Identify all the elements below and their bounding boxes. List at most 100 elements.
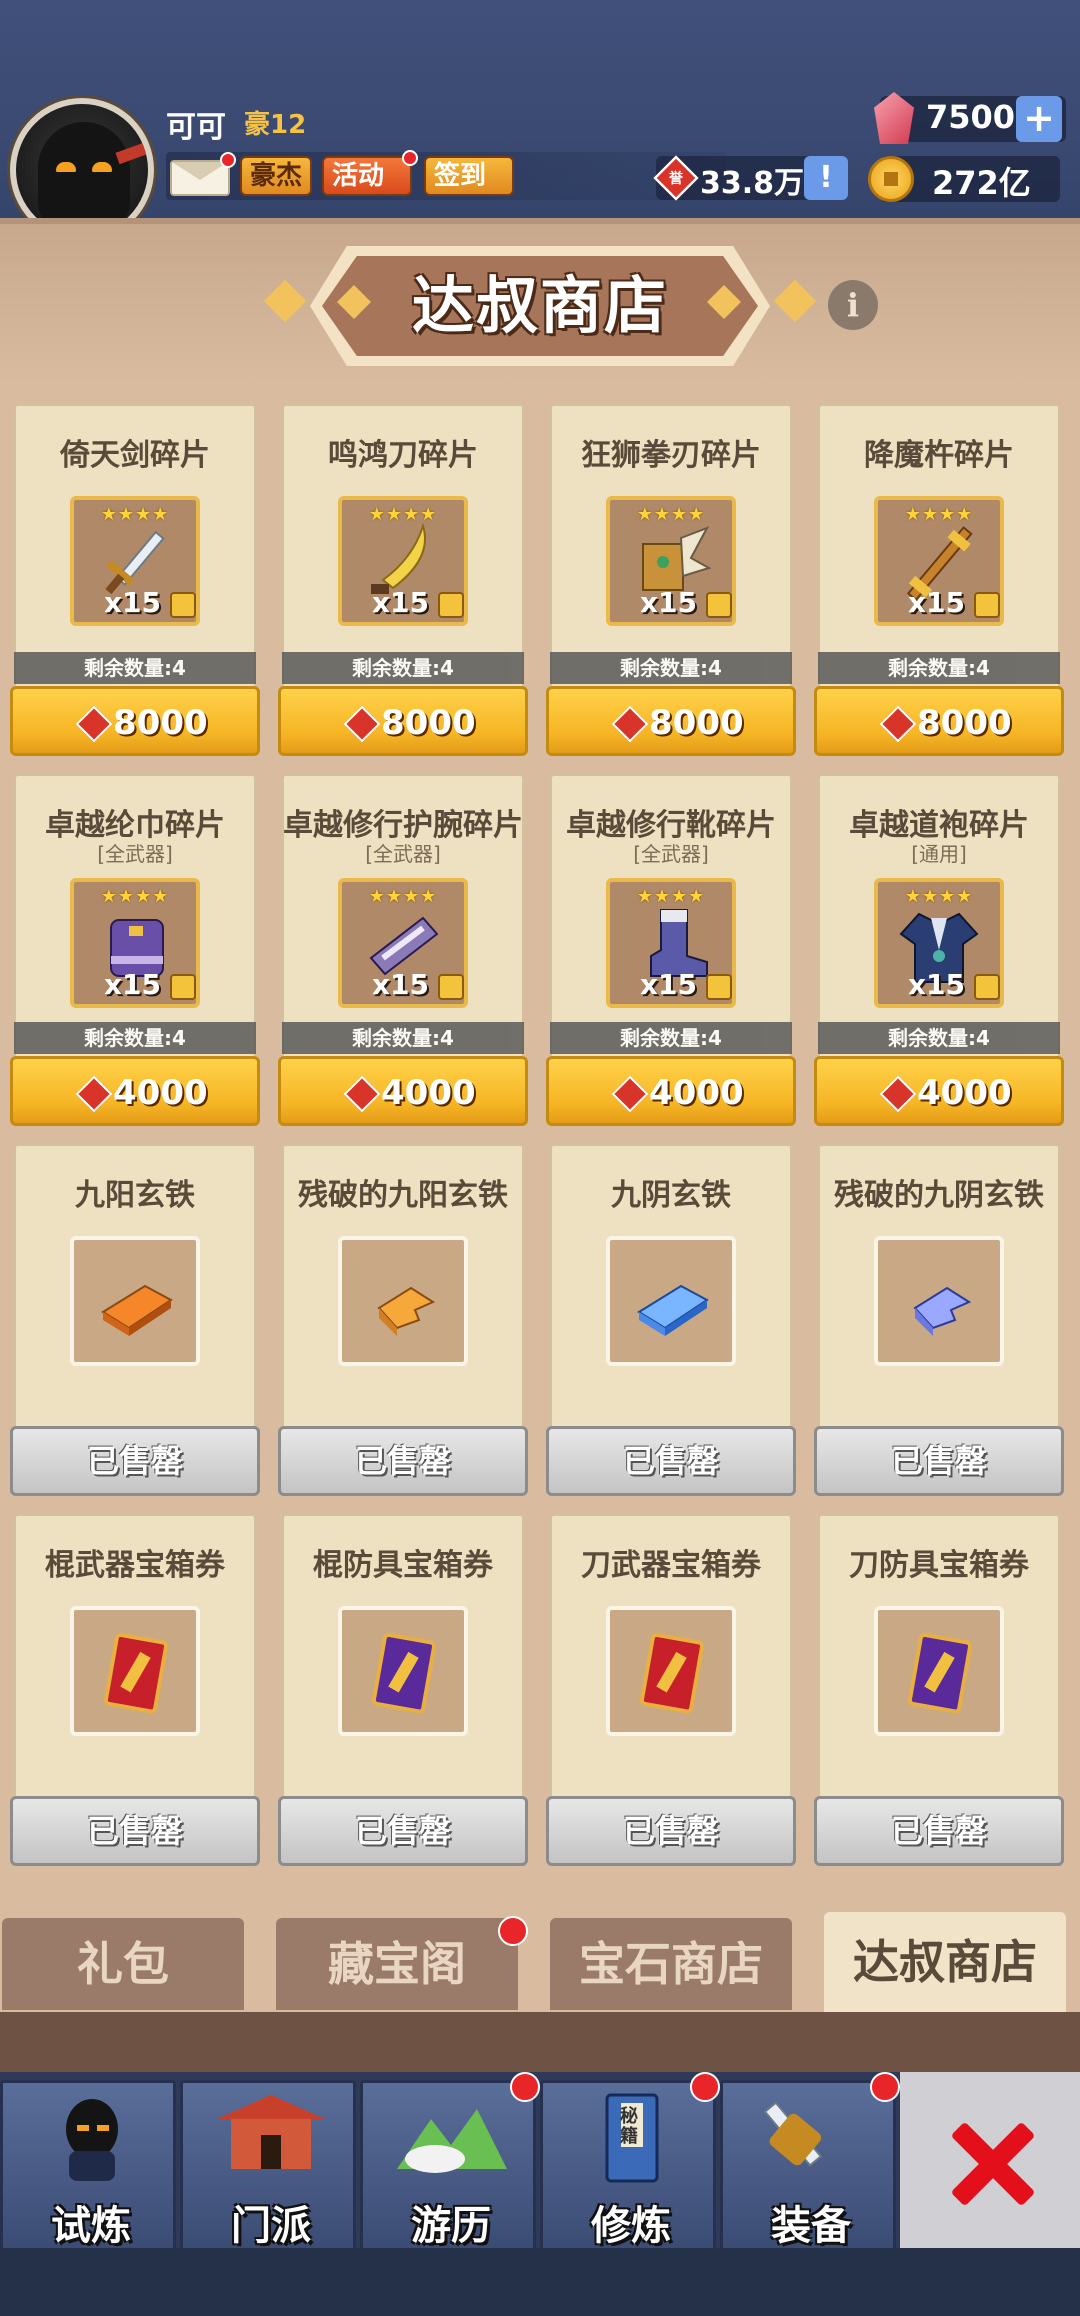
tab-treasure-pavilion[interactable]: 藏宝阁 [276, 1918, 518, 2010]
shop-item-card[interactable]: 九阴玄铁 已售罄 [546, 1144, 796, 1500]
blue-iron-icon [621, 1258, 721, 1352]
tab-dashu-shop[interactable]: 达叔商店 [824, 1912, 1066, 2012]
buy-button[interactable]: 4000 [546, 1056, 796, 1126]
shop-item-card[interactable]: 刀防具宝箱券 已售罄 [814, 1514, 1064, 1870]
item-price: 4000 [113, 1073, 208, 1113]
shop-item-card[interactable]: 九阳玄铁 已售罄 [10, 1144, 260, 1500]
buy-button[interactable]: 4000 [814, 1056, 1064, 1126]
item-category: [全武器] [365, 842, 441, 866]
close-icon[interactable] [945, 2118, 1035, 2208]
honor-icon-text: 誉 [669, 171, 683, 187]
item-price: 4000 [649, 1073, 744, 1113]
buy-button[interactable]: 8000 [814, 686, 1064, 756]
ninja-avatar-icon [38, 122, 130, 232]
ninja-icon [47, 2089, 137, 2193]
item-frame [338, 1236, 468, 1366]
buy-button[interactable]: 8000 [546, 686, 796, 756]
star-rating: ★★★★ [368, 886, 438, 907]
item-name: 狂狮拳刃碎片 [581, 438, 761, 473]
tab-gem-shop[interactable]: 宝石商店 [550, 1918, 792, 2010]
item-category: [全武器] [97, 842, 173, 866]
shop-item-card[interactable]: 残破的九阴玄铁 已售罄 [814, 1144, 1064, 1500]
item-quantity: x15 [640, 586, 698, 619]
fragment-icon [170, 592, 196, 618]
nav-button-equipment[interactable]: 装备 [720, 2080, 896, 2252]
star-rating: ★★★★ [904, 504, 974, 525]
nav-button-temple[interactable]: 门派 [180, 2080, 356, 2252]
nav-notification-dot [870, 2072, 900, 2102]
item-name: 残破的九阳玄铁 [298, 1178, 508, 1213]
shop-item-card[interactable]: 鸣鸿刀碎片 ★★★★ x15 剩余数量:4 8000 [278, 404, 528, 760]
item-frame [606, 1606, 736, 1736]
item-name: 降魔杵碎片 [864, 438, 1014, 473]
item-price: 4000 [381, 1073, 476, 1113]
shop-item-card[interactable]: 棍防具宝箱券 已售罄 [278, 1514, 528, 1870]
item-frame: ★★★★ x15 [606, 496, 736, 626]
sold-out-button: 已售罄 [10, 1426, 260, 1496]
player-rank: 豪12 [244, 110, 307, 140]
sold-out-button: 已售罄 [10, 1796, 260, 1866]
item-quantity: x15 [104, 586, 162, 619]
mail-icon[interactable] [170, 160, 230, 196]
buy-button[interactable]: 4000 [278, 1056, 528, 1126]
remaining-count: 剩余数量:4 [14, 652, 256, 684]
honor-price-icon [611, 705, 649, 743]
activity-button[interactable]: 活动 [322, 156, 412, 196]
item-price: 8000 [917, 703, 1012, 743]
shop-item-card[interactable]: 残破的九阳玄铁已售罄 [278, 1144, 528, 1500]
buy-button[interactable]: 8000 [10, 686, 260, 756]
shop-item-card[interactable]: 卓越修行护腕碎片 [全武器] ★★★★ x15 剩余数量:4 4000 [278, 774, 528, 1130]
haojie-button[interactable]: 豪杰 [240, 156, 312, 196]
sold-out-button: 已售罄 [546, 1426, 796, 1496]
item-quantity: x15 [640, 968, 698, 1001]
nav-label: 装备 [771, 2203, 851, 2249]
sold-out-button: 已售罄 [278, 1796, 528, 1866]
shop-title: 达叔商店 [411, 269, 668, 342]
shop-item-card[interactable]: 刀武器宝箱券 已售罄 [546, 1514, 796, 1870]
sold-out-button: 已售罄 [814, 1796, 1064, 1866]
shop-item-card[interactable]: 狂狮拳刃碎片 ★★★★ x15 剩余数量:4 8000 [546, 404, 796, 760]
nav-label: 门派 [231, 2203, 311, 2249]
item-quantity: x15 [908, 586, 966, 619]
honor-info-button[interactable]: ! [804, 156, 848, 200]
purple-ticket-icon [889, 1628, 989, 1722]
item-frame [70, 1236, 200, 1366]
coin-value: 272亿 [932, 164, 1031, 202]
honor-price-icon [879, 705, 917, 743]
tab-gift-pack[interactable]: 礼包 [2, 1918, 244, 2010]
nav-button-mountain[interactable]: 游历 [360, 2080, 536, 2252]
broken-orange-iron-icon [353, 1258, 453, 1352]
item-price: 4000 [917, 1073, 1012, 1113]
book-cover-text: 秘籍 [620, 2106, 638, 2147]
add-gems-button[interactable]: + [1016, 96, 1062, 142]
remaining-count: 剩余数量:4 [282, 652, 524, 684]
item-frame: ★★★★ x15 [874, 496, 1004, 626]
shop-item-card[interactable]: 卓越纶巾碎片 [全武器] ★★★★ x15 剩余数量:4 4000 [10, 774, 260, 1130]
item-frame [606, 1236, 736, 1366]
remaining-count: 剩余数量:4 [550, 1022, 792, 1054]
shop-info-button[interactable]: i [828, 280, 878, 330]
honor-price-icon [343, 705, 381, 743]
item-name: 九阴玄铁 [611, 1178, 731, 1213]
remaining-count: 剩余数量:4 [282, 1022, 524, 1054]
shop-item-card[interactable]: 卓越修行靴碎片 [全武器] ★★★★ x15 剩余数量:4 4000 [546, 774, 796, 1130]
item-name: 残破的九阴玄铁 [834, 1178, 1044, 1213]
shop-item-card[interactable]: 棍武器宝箱券 已售罄 [10, 1514, 260, 1870]
shop-item-card[interactable]: 降魔杵碎片 ★★★★ x15 剩余数量:4 8000 [814, 404, 1064, 760]
nav-button-book[interactable]: 秘籍 修炼 [540, 2080, 716, 2252]
mountain-icon [391, 2089, 511, 2193]
item-quantity: x15 [104, 968, 162, 1001]
buy-button[interactable]: 4000 [10, 1056, 260, 1126]
sign-in-button[interactable]: 签到 [424, 156, 514, 196]
sold-out-button: 已售罄 [278, 1426, 528, 1496]
item-frame: ★★★★ x15 [874, 878, 1004, 1008]
buy-button[interactable]: 8000 [278, 686, 528, 756]
tab-notification-dot [498, 1916, 528, 1946]
shop-item-card[interactable]: 卓越道袍碎片 [通用] ★★★★ x15 剩余数量:4 4000 [814, 774, 1064, 1130]
coin-icon [868, 156, 914, 202]
item-name: 九阳玄铁 [75, 1178, 195, 1213]
shop-item-card[interactable]: 倚天剑碎片 ★★★★ x15 剩余数量:4 8000 [10, 404, 260, 760]
nav-label: 试炼 [51, 2203, 131, 2249]
item-name: 棍武器宝箱券 [45, 1548, 225, 1583]
nav-button-ninja[interactable]: 试炼 [0, 2080, 176, 2252]
